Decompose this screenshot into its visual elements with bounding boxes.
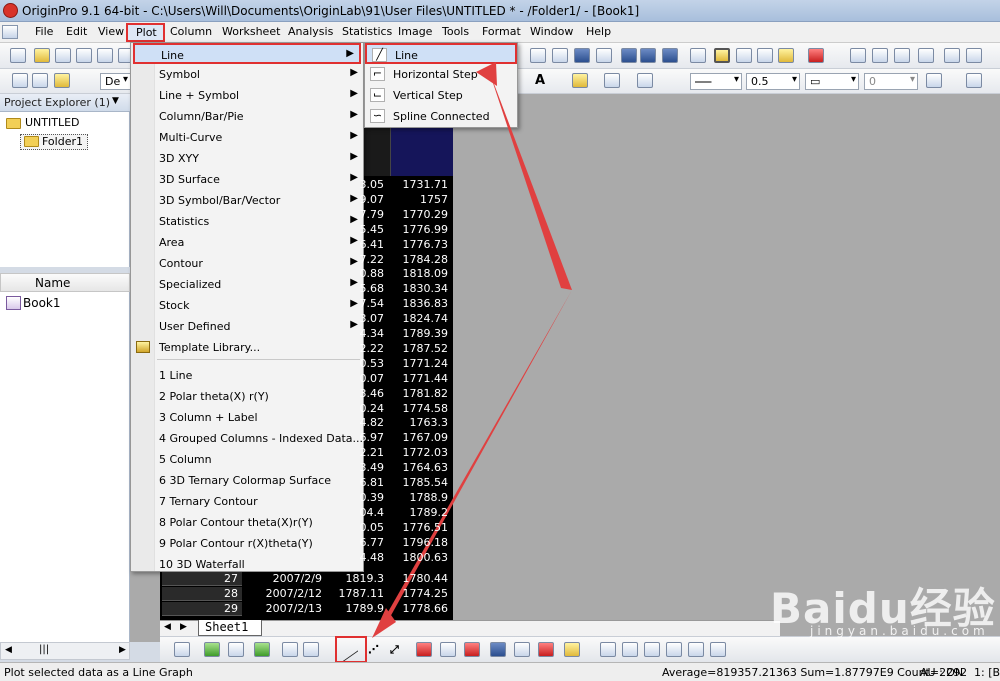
worksheet-cell-col-a[interactable]: 7.54 (330, 297, 385, 310)
worksheet-cell-col-b[interactable]: 1772.03 (392, 446, 449, 459)
worksheet-cell-col-a[interactable]: 04.4 (330, 506, 385, 519)
upper-arrow-head (476, 62, 497, 86)
worksheet-cell-col-a[interactable]: 0.24 (330, 402, 385, 415)
worksheet-cell-col-b[interactable]: 1787.52 (392, 342, 449, 355)
row-number[interactable]: 29 (162, 602, 238, 615)
upper-arrow-shaft (488, 68, 572, 290)
worksheet-cell-date[interactable]: 2007/2/12 (246, 587, 322, 600)
worksheet-cell-col-b[interactable]: 1767.09 (392, 431, 449, 444)
worksheet-cell-col-b[interactable]: 1789.39 (392, 327, 449, 340)
worksheet-cell-col-b[interactable]: 1776.99 (392, 223, 449, 236)
worksheet-cell-col-a[interactable]: 6.41 (330, 238, 385, 251)
worksheet-cell-col-b[interactable]: 1788.9 (392, 491, 449, 504)
worksheet-cell-col-b[interactable]: 1774.58 (392, 402, 449, 415)
worksheet-cell-col-b[interactable]: 1776.51 (392, 521, 449, 534)
worksheet-cell-col-b[interactable]: 1763.3 (392, 416, 449, 429)
worksheet-cell-col-a[interactable]: 4.34 (330, 327, 385, 340)
worksheet-cell-col-b[interactable]: 1770.29 (392, 208, 449, 221)
worksheet-cell-col-a[interactable]: 0.53 (330, 357, 385, 370)
worksheet-cell-col-b[interactable]: 1731.71 (392, 178, 449, 191)
worksheet-cell-col-b[interactable]: 1796.18 (392, 536, 449, 549)
worksheet-cell-col-b[interactable]: 1824.74 (392, 312, 449, 325)
worksheet-cell-col-a[interactable]: 0.05 (330, 521, 385, 534)
worksheet-cell-col-a[interactable]: 0.07 (330, 372, 385, 385)
worksheet-cell-col-b[interactable]: 1830.34 (392, 282, 449, 295)
worksheet-cell-col-a[interactable]: 2.22 (330, 342, 385, 355)
worksheet-cell-date[interactable]: 2007/2/13 (246, 602, 322, 615)
worksheet-cell-col-b[interactable]: 1818.09 (392, 267, 449, 280)
worksheet-cell-col-a[interactable]: 6.77 (330, 536, 385, 549)
worksheet-cell-col-a[interactable]: 7.79 (330, 208, 385, 221)
worksheet-cell-col-b[interactable]: 1771.24 (392, 357, 449, 370)
worksheet-cell-col-a[interactable]: 1819.3 (326, 572, 385, 585)
baidu-watermark-url: jingyan.baidu.com (810, 624, 989, 638)
worksheet-cell-col-a[interactable]: 4.82 (330, 416, 385, 429)
worksheet-cell-col-b[interactable]: 1778.66 (392, 602, 449, 615)
worksheet-cell-col-a[interactable]: 0.88 (330, 267, 385, 280)
worksheet-cell-col-a[interactable]: 5.45 (330, 223, 385, 236)
worksheet-cell-col-b[interactable]: 1789.2 (392, 506, 449, 519)
worksheet-cell-col-b[interactable]: 1784.28 (392, 253, 449, 266)
worksheet-cell-col-b[interactable]: 1774.25 (392, 587, 449, 600)
worksheet-cell-col-b[interactable]: 1800.63 (392, 551, 449, 564)
worksheet-cell-col-b[interactable]: 1764.63 (392, 461, 449, 474)
worksheet-cell-col-a[interactable]: 1789.9 (326, 602, 385, 615)
worksheet-cell-col-a[interactable]: 3.49 (330, 461, 385, 474)
worksheet-cell-col-a[interactable]: 6.97 (330, 431, 385, 444)
worksheet-cell-date[interactable]: 2007/2/9 (246, 572, 322, 585)
row-number[interactable]: 28 (162, 587, 238, 600)
worksheet-cell-col-a[interactable]: 3.46 (330, 387, 385, 400)
worksheet-cell-col-b[interactable]: 1780.44 (392, 572, 449, 585)
worksheet-cell-col-a[interactable]: 3.05 (330, 178, 385, 191)
worksheet-cell-col-a[interactable]: 0.39 (330, 491, 385, 504)
worksheet-cell-col-b[interactable]: 1785.54 (392, 476, 449, 489)
worksheet-cell-col-b[interactable]: 1836.83 (392, 297, 449, 310)
worksheet-cell-col-a[interactable]: 3.07 (330, 312, 385, 325)
worksheet-cell-col-a[interactable]: 9.07 (330, 193, 385, 206)
worksheet-cell-col-b[interactable]: 1776.73 (392, 238, 449, 251)
worksheet-cell-col-b[interactable]: 1781.82 (392, 387, 449, 400)
row-number[interactable]: 27 (162, 572, 238, 585)
worksheet-cell-col-b[interactable]: 1771.44 (392, 372, 449, 385)
worksheet-cell-col-a[interactable]: 1787.11 (326, 587, 385, 600)
worksheet-cell-col-a[interactable]: 4.48 (330, 551, 385, 564)
worksheet-cell-col-a[interactable]: 7.22 (330, 253, 385, 266)
worksheet-cell-col-a[interactable]: 5.68 (330, 282, 385, 295)
worksheet-cell-col-a[interactable]: 6.81 (330, 476, 385, 489)
worksheet-cell-col-a[interactable]: 2.21 (330, 446, 385, 459)
worksheet-cell-col-b[interactable]: 1757 (392, 193, 448, 206)
